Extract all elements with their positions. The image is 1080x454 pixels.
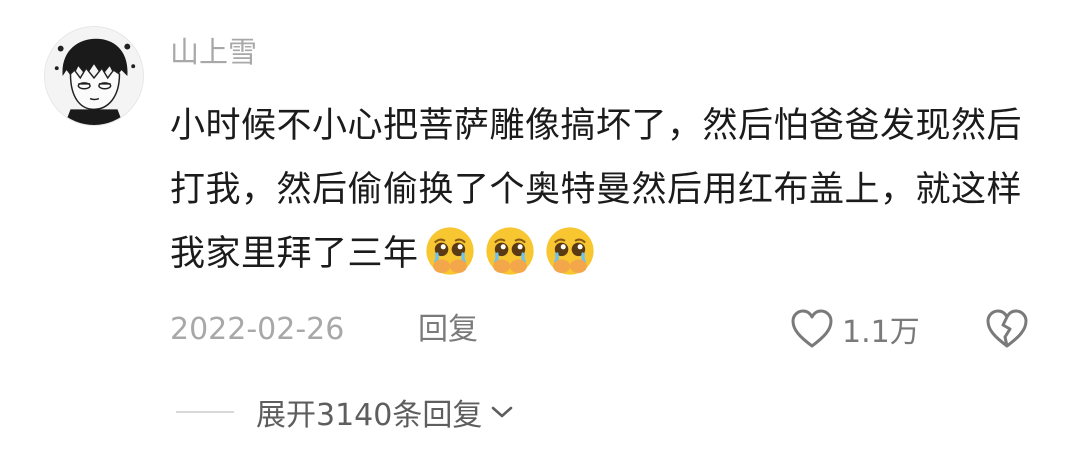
pleading-crying-face-icon xyxy=(425,227,474,275)
username[interactable]: 山上雪 xyxy=(170,34,257,70)
comment-text: 小时候不小心把菩萨雕像搞坏了，然后怕爸爸发现然后打我，然后偷偷换了个奥特曼然后用… xyxy=(170,94,1050,286)
comment-item: 山上雪 小时候不小心把菩萨雕像搞坏了，然后怕爸爸发现然后打我，然后偷偷换了个奥特… xyxy=(0,0,1080,454)
chevron-down-icon xyxy=(492,406,513,418)
divider-line xyxy=(176,411,234,413)
pleading-crying-face-icon xyxy=(485,227,534,275)
dislike-button[interactable] xyxy=(984,306,1030,352)
comment-date: 2022-02-26 xyxy=(170,312,345,347)
heart-icon xyxy=(791,309,833,348)
emoji-group xyxy=(423,224,597,278)
reply-button[interactable]: 回复 xyxy=(418,310,478,350)
like-count: 1.1万 xyxy=(842,315,920,350)
pleading-crying-face-icon xyxy=(545,227,594,275)
like-button[interactable]: 1.1万 xyxy=(790,306,920,352)
expand-replies-label: 展开3140条回复 xyxy=(256,398,483,433)
avatar[interactable] xyxy=(44,26,144,126)
broken-heart-icon xyxy=(986,309,1028,348)
expand-replies-button[interactable]: 展开3140条回复 xyxy=(176,390,514,434)
